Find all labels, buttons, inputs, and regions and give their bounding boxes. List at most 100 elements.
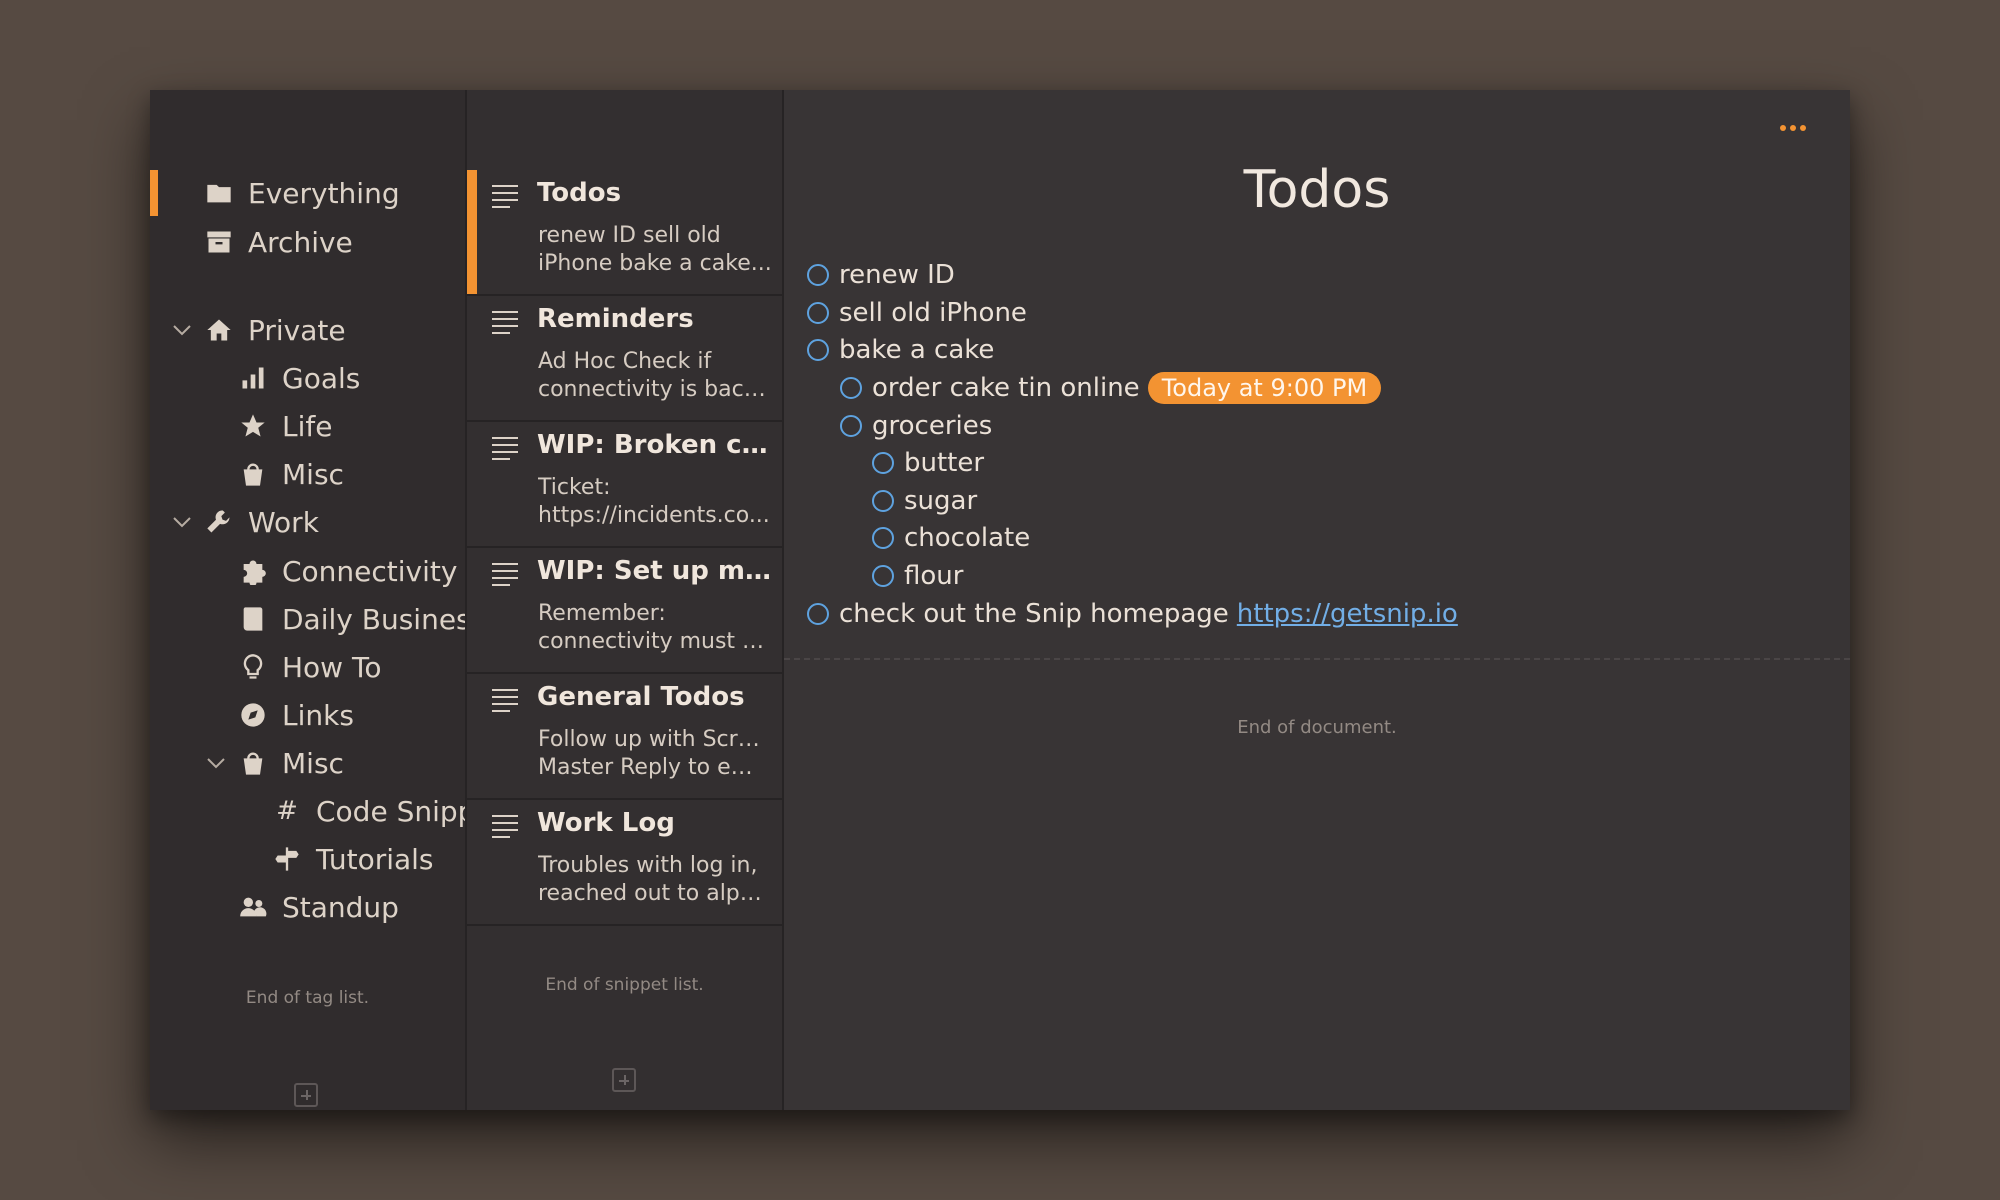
bucket-icon (236, 457, 270, 491)
todo-item[interactable]: bake a cake (807, 333, 994, 367)
chevron-down-icon[interactable] (170, 318, 194, 342)
checkbox-icon[interactable] (807, 603, 829, 625)
sidebar-item-work[interactable]: Work (202, 498, 319, 546)
todo-text[interactable]: sugar (904, 486, 977, 516)
sidebar-item-label: Goals (282, 361, 361, 395)
checkbox-icon[interactable] (872, 490, 894, 512)
todo-item[interactable]: sugar (872, 484, 977, 518)
checkbox-icon[interactable] (872, 565, 894, 587)
sidebar-item-daily-business[interactable]: Daily Business (236, 595, 465, 643)
sidebar-item-links[interactable]: Links (236, 691, 354, 739)
checkbox-icon[interactable] (807, 264, 829, 286)
todo-item[interactable]: sell old iPhone (807, 296, 1027, 330)
checkbox-icon[interactable] (840, 377, 862, 399)
sidebar-item-life[interactable]: Life (236, 402, 332, 450)
lightbulb-icon (236, 650, 270, 684)
snippet-item-general-todos[interactable]: General Todos Follow up with Scrum Master… (467, 674, 782, 800)
sidebar-item-label: Work (248, 505, 319, 539)
todo-text[interactable]: sell old iPhone (839, 298, 1027, 328)
homepage-link[interactable]: https://getsnip.io (1237, 599, 1458, 629)
sidebar-item-how-to[interactable]: How To (236, 643, 381, 691)
snippet-title: Work Log (537, 808, 675, 838)
todo-item[interactable]: flour (872, 559, 963, 593)
bucket-icon (236, 746, 270, 780)
sidebar-item-label: Everything (248, 176, 400, 210)
todo-text[interactable]: order cake tin online (872, 373, 1140, 403)
todo-item[interactable]: order cake tin online Today at 9:00 PM (840, 371, 1382, 405)
todo-text[interactable]: bake a cake (839, 335, 994, 365)
sidebar-item-private[interactable]: Private (202, 306, 346, 354)
more-options-icon[interactable] (1780, 122, 1810, 134)
book-icon (236, 602, 270, 636)
snippet-preview: Ticket: https://incidents.co... (538, 475, 770, 528)
snippet-title: General Todos (537, 682, 745, 712)
bar-chart-icon (236, 361, 270, 395)
todo-item[interactable]: check out the Snip homepage https://gets… (807, 597, 1458, 631)
snippet-preview: renew ID sell old iPhone bake a cake... (538, 223, 772, 276)
sidebar-item-label: Links (282, 698, 354, 732)
sidebar-item-everything[interactable]: Everything (202, 169, 400, 217)
chevron-down-icon[interactable] (170, 510, 194, 534)
note-lines-icon (492, 437, 518, 460)
sidebar-item-standup[interactable]: Standup (236, 883, 399, 931)
snippet-preview: Ad Hoc Check if connectivity is back... (538, 349, 772, 402)
archive-icon (202, 225, 236, 259)
note-lines-icon (492, 689, 518, 712)
snippet-item-todos[interactable]: Todos renew ID sell old iPhone bake a cak… (467, 170, 782, 296)
sidebar-item-label: Misc (282, 457, 344, 491)
sidebar-item-label: Archive (248, 225, 353, 259)
star-icon (236, 409, 270, 443)
sidebar-item-connectivity[interactable]: Connectivity (236, 547, 457, 595)
todo-item[interactable]: butter (872, 446, 984, 480)
document-title[interactable]: Todos (784, 160, 1850, 220)
snippet-title: WIP: Set up moni... (537, 556, 772, 586)
note-lines-icon (492, 185, 518, 208)
note-lines-icon (492, 311, 518, 334)
add-tag-button[interactable] (294, 1083, 318, 1107)
sidebar-item-misc-work[interactable]: Misc (236, 739, 344, 787)
snippet-preview: Troubles with log in, reached out to alph… (538, 853, 772, 906)
sidebar-item-label: Life (282, 409, 333, 443)
people-icon (236, 890, 270, 924)
checkbox-icon[interactable] (807, 302, 829, 324)
sidebar-item-goals[interactable]: Goals (236, 354, 360, 402)
todo-text[interactable]: groceries (872, 411, 992, 441)
sidebar-item-archive[interactable]: Archive (202, 218, 353, 266)
chevron-down-icon[interactable] (204, 751, 228, 775)
sidebar-item-label: Standup (282, 890, 399, 924)
reminder-badge[interactable]: Today at 9:00 PM (1147, 372, 1382, 404)
wrench-icon (202, 505, 236, 539)
todo-text[interactable]: check out the Snip homepage (839, 599, 1229, 629)
app-window: Everything Archive Private Goals Life Mi… (150, 90, 1850, 1110)
sidebar-item-tutorials[interactable]: Tutorials (270, 835, 434, 883)
snippet-item-reminders[interactable]: Reminders Ad Hoc Check if connectivity is… (467, 296, 782, 422)
sidebar-item-label: Private (248, 313, 346, 347)
snippet-item-wip-broken[interactable]: WIP: Broken cust... Ticket:https://incid… (467, 422, 782, 548)
todo-item[interactable]: chocolate (872, 521, 1030, 555)
sidebar-item-misc[interactable]: Misc (236, 450, 344, 498)
sidebar-item-label: Misc (282, 746, 344, 780)
todo-text[interactable]: renew ID (839, 260, 955, 290)
snippet-item-work-log[interactable]: Work Log Troubles with log in, reached ou… (467, 800, 782, 926)
checkbox-icon[interactable] (872, 452, 894, 474)
sidebar-item-code-snippets[interactable]: # Code Snippets (270, 787, 465, 835)
todo-item[interactable]: groceries (840, 409, 992, 443)
compass-icon (236, 698, 270, 732)
snippet-title: Reminders (537, 304, 694, 334)
todo-text[interactable]: chocolate (904, 523, 1030, 553)
snippet-item-wip-setup[interactable]: WIP: Set up moni... Remember:connectivit… (467, 548, 782, 674)
sidebar-item-label: How To (282, 650, 382, 684)
todo-item[interactable]: renew ID (807, 258, 955, 292)
folder-icon (202, 176, 236, 210)
end-of-document: End of document. (1237, 717, 1397, 738)
checkbox-icon[interactable] (807, 339, 829, 361)
snippet-title: Todos (537, 178, 622, 208)
checkbox-icon[interactable] (872, 527, 894, 549)
checkbox-icon[interactable] (840, 415, 862, 437)
todo-text[interactable]: butter (904, 448, 984, 478)
home-icon (202, 313, 236, 347)
add-snippet-button[interactable] (612, 1068, 636, 1092)
todo-text[interactable]: flour (904, 561, 963, 591)
end-of-tag-list: End of tag list. (245, 988, 370, 1008)
note-lines-icon (492, 563, 518, 586)
